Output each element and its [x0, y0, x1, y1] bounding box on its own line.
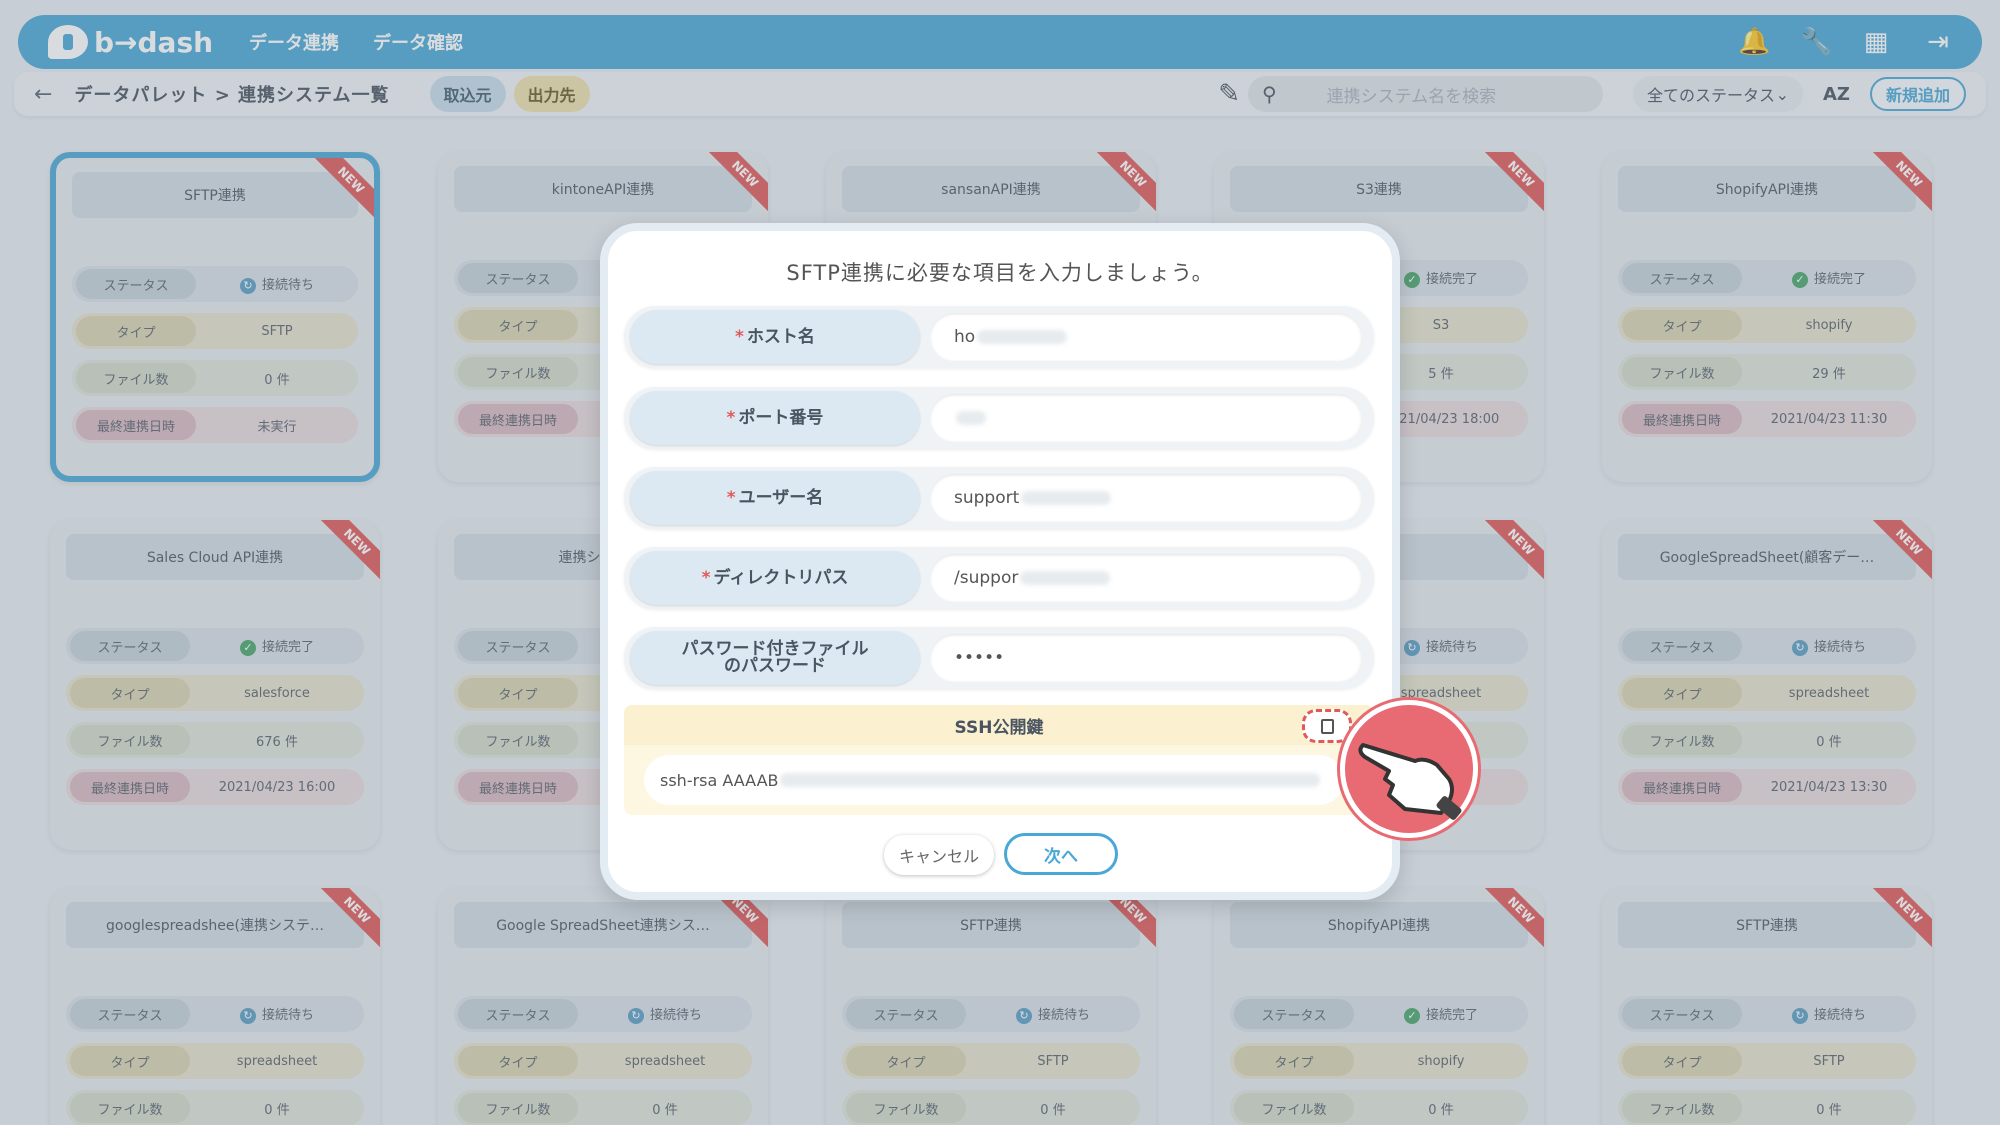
- directory-input[interactable]: /suppor: [930, 554, 1362, 602]
- masked-text: [1020, 571, 1111, 585]
- masked-text: [1021, 491, 1112, 505]
- port-input[interactable]: [930, 394, 1362, 442]
- field-row-directory: * ディレクトリパス /suppor: [624, 547, 1374, 609]
- field-label-port: * ポート番号: [630, 391, 920, 445]
- masked-text: [956, 411, 986, 425]
- file-password-input[interactable]: •••••: [930, 634, 1362, 682]
- username-input[interactable]: support: [930, 474, 1362, 522]
- ssh-key-title: SSH公開鍵: [954, 717, 1044, 738]
- field-label-file-password: パスワード付きファイルのパスワード: [630, 631, 920, 685]
- field-row-port: * ポート番号: [624, 387, 1374, 449]
- field-row-host: * ホスト名 ho: [624, 306, 1374, 368]
- next-button[interactable]: 次へ: [1004, 833, 1118, 875]
- sftp-setup-modal: SFTP連携に必要な項目を入力しましょう。 * ホスト名 ho * ポート番号 * ユ…: [600, 223, 1400, 900]
- host-input[interactable]: ho: [930, 313, 1362, 361]
- ssh-key-field[interactable]: ssh-rsa AAAAB: [644, 755, 1344, 805]
- field-label-username: * ユーザー名: [630, 471, 920, 525]
- field-label-directory: * ディレクトリパス: [630, 551, 920, 605]
- copy-icon: [1316, 715, 1334, 735]
- masked-text: [780, 773, 1321, 787]
- pointing-hand-icon: [1340, 700, 1478, 838]
- modal-title: SFTP連携に必要な項目を入力しましょう。: [786, 261, 1214, 285]
- ssh-key-body: ssh-rsa AAAAB: [624, 745, 1374, 815]
- field-row-username: * ユーザー名 support: [624, 467, 1374, 529]
- field-row-file-password: パスワード付きファイルのパスワード •••••: [624, 627, 1374, 689]
- cancel-button[interactable]: キャンセル: [884, 835, 994, 875]
- ssh-key-header: SSH公開鍵: [624, 705, 1374, 745]
- field-label-host: * ホスト名: [630, 310, 920, 364]
- masked-text: [977, 330, 1068, 344]
